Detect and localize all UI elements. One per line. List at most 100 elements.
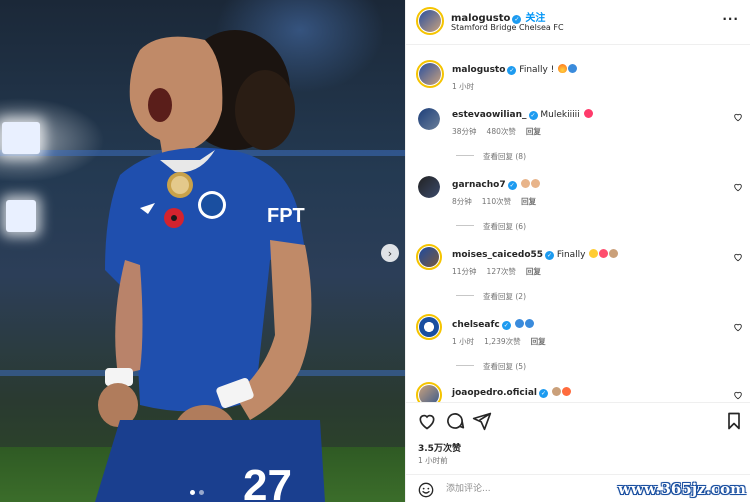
comment-line: chelseafc ✓ (452, 319, 534, 330)
view-replies-button[interactable]: 查看回复 (5) (456, 361, 526, 372)
watermark: www.365jz.com (618, 480, 746, 498)
reply-button[interactable]: 回复 (526, 127, 541, 136)
heart-eyes-emoji (599, 249, 609, 258)
verified-icon: ✓ (539, 389, 548, 398)
post-photo[interactable]: FPT 27 › (0, 0, 405, 502)
comment-username[interactable]: estevaowilian_ (452, 110, 527, 120)
jersey-sponsor: FPT (267, 205, 305, 227)
comment-username[interactable]: joaopedro.oficial (452, 388, 537, 398)
caption-time: 1 小时 (452, 82, 475, 91)
share-icon[interactable] (472, 411, 492, 431)
comment-meta: 38分钟 480次赞 回复 (452, 126, 551, 137)
blue-heart-emoji (514, 319, 524, 328)
view-replies-button[interactable]: 查看回复 (8) (456, 151, 526, 162)
next-photo-button[interactable]: › (381, 244, 399, 262)
comment-likes[interactable]: 110次赞 (482, 197, 511, 206)
comment-line: joaopedro.oficial ✓ (452, 387, 571, 398)
grin-emoji (589, 249, 599, 258)
comment-icon[interactable] (445, 411, 465, 431)
commenter-avatar[interactable] (416, 314, 442, 340)
bookmark-icon[interactable] (724, 411, 744, 431)
comment-likes[interactable]: 127次赞 (487, 267, 516, 276)
comment-meta: 8分钟 110次赞 回复 (452, 196, 546, 207)
heart-icon[interactable] (417, 411, 437, 431)
verified-icon: ✓ (507, 181, 517, 190)
comment-item: chelseafc ✓ 1 小时 1,239次赞 回复 查看回复 (5) (406, 314, 750, 376)
caption: malogusto ✓ Finally ! 1 小时 (406, 60, 750, 100)
comment-meta: 11分钟 127次赞 回复 (452, 266, 551, 277)
comment-item: garnacho7 ✓ 8分钟 110次赞 回复 查看回复 (6) (406, 176, 750, 238)
comment-meta: 1 小时 1,239次赞 回复 (452, 336, 556, 347)
comment-username[interactable]: moises_caicedo55 (452, 250, 543, 260)
view-replies-label: 查看回复 (5) (483, 362, 527, 371)
comment-text: Finally (556, 250, 589, 260)
verified-icon: ✓ (507, 66, 517, 75)
heart-icon[interactable] (733, 182, 743, 192)
heart-emoji (561, 387, 571, 396)
comment-time: 11分钟 (452, 267, 477, 276)
post-time: 1 小时前 (418, 456, 448, 465)
view-replies-label: 查看回复 (2) (483, 292, 527, 301)
commenter-avatar[interactable] (416, 382, 442, 402)
heart-icon[interactable] (733, 322, 743, 332)
comment-input[interactable] (446, 481, 626, 497)
comment-username[interactable]: garnacho7 (452, 180, 506, 190)
post-header: malogusto ✓ 关注 Stamford Bridge Chelsea FC … (406, 0, 750, 45)
carousel-dots (190, 490, 204, 495)
blue-heart-emoji (568, 64, 578, 73)
comment-likes[interactable]: 480次赞 (487, 127, 516, 136)
reply-button[interactable]: 回复 (531, 337, 546, 346)
comment-text: Mulekiiiii (540, 110, 583, 120)
heart-icon[interactable] (733, 112, 743, 122)
view-replies-label: 查看回复 (6) (483, 222, 527, 231)
comment-item: estevaowilian_ ✓ Mulekiiiii 38分钟 480次赞 回复 查… (406, 106, 750, 168)
verified-icon: ✓ (528, 111, 538, 120)
comment-item: moises_caicedo55 ✓ Finally 11分钟 127次赞 回复 查看… (406, 244, 750, 306)
post-location[interactable]: Stamford Bridge Chelsea FC (451, 23, 564, 32)
commenter-avatar[interactable] (416, 244, 442, 270)
caption-text: Finally ! (519, 65, 558, 75)
reply-button[interactable]: 回复 (526, 267, 541, 276)
author-line: malogusto ✓ 关注 (451, 9, 545, 24)
comments-list[interactable]: malogusto ✓ Finally ! 1 小时 estevaowilian_… (406, 46, 750, 402)
comment-likes[interactable]: 1,239次赞 (484, 337, 520, 346)
pink-heart-emoji (583, 109, 593, 118)
view-replies-button[interactable]: 查看回复 (6) (456, 221, 526, 232)
smile-icon[interactable] (418, 482, 434, 498)
carousel-dot (199, 490, 204, 495)
player-illustration: FPT 27 (95, 30, 325, 502)
raised-hands-emoji (551, 387, 561, 396)
view-replies-label: 查看回复 (8) (483, 152, 527, 161)
commenter-avatar[interactable] (418, 176, 440, 198)
raised-hands-emoji (530, 179, 540, 188)
view-replies-button[interactable]: 查看回复 (2) (456, 291, 526, 302)
author-avatar[interactable] (416, 60, 444, 88)
carousel-dot (190, 490, 195, 495)
author-avatar[interactable] (416, 7, 444, 35)
verified-icon: ✓ (545, 251, 555, 260)
likes-count[interactable]: 3.5万次赞 (418, 441, 461, 454)
commenter-avatar[interactable] (418, 108, 440, 130)
comment-time: 1 小时 (452, 337, 475, 346)
clap-emoji (609, 249, 619, 258)
comment-line: garnacho7 ✓ (452, 179, 540, 190)
comment-time: 8分钟 (452, 197, 472, 206)
comment-line: moises_caicedo55 ✓ Finally (452, 249, 619, 260)
post-panel: malogusto ✓ 关注 Stamford Bridge Chelsea FC … (405, 0, 750, 502)
chevron-right-icon: › (387, 246, 393, 260)
verified-icon: ✓ (501, 321, 511, 330)
action-bar: 3.5万次赞 1 小时前 (406, 402, 750, 474)
heart-icon[interactable] (733, 390, 743, 400)
reply-button[interactable]: 回复 (521, 197, 536, 206)
blue-heart-emoji (524, 319, 534, 328)
comment-item: joaopedro.oficial ✓ (406, 382, 750, 402)
jersey-number: 27 (243, 461, 292, 502)
heart-icon[interactable] (733, 252, 743, 262)
comment-username[interactable]: chelseafc (452, 320, 500, 330)
comment-line: estevaowilian_ ✓ Mulekiiiii (452, 109, 593, 120)
comment-time: 38分钟 (452, 127, 477, 136)
more-icon[interactable]: ··· (722, 12, 739, 26)
raised-hands-emoji (520, 179, 530, 188)
fire-emoji (558, 64, 568, 73)
caption-username[interactable]: malogusto (452, 65, 505, 75)
